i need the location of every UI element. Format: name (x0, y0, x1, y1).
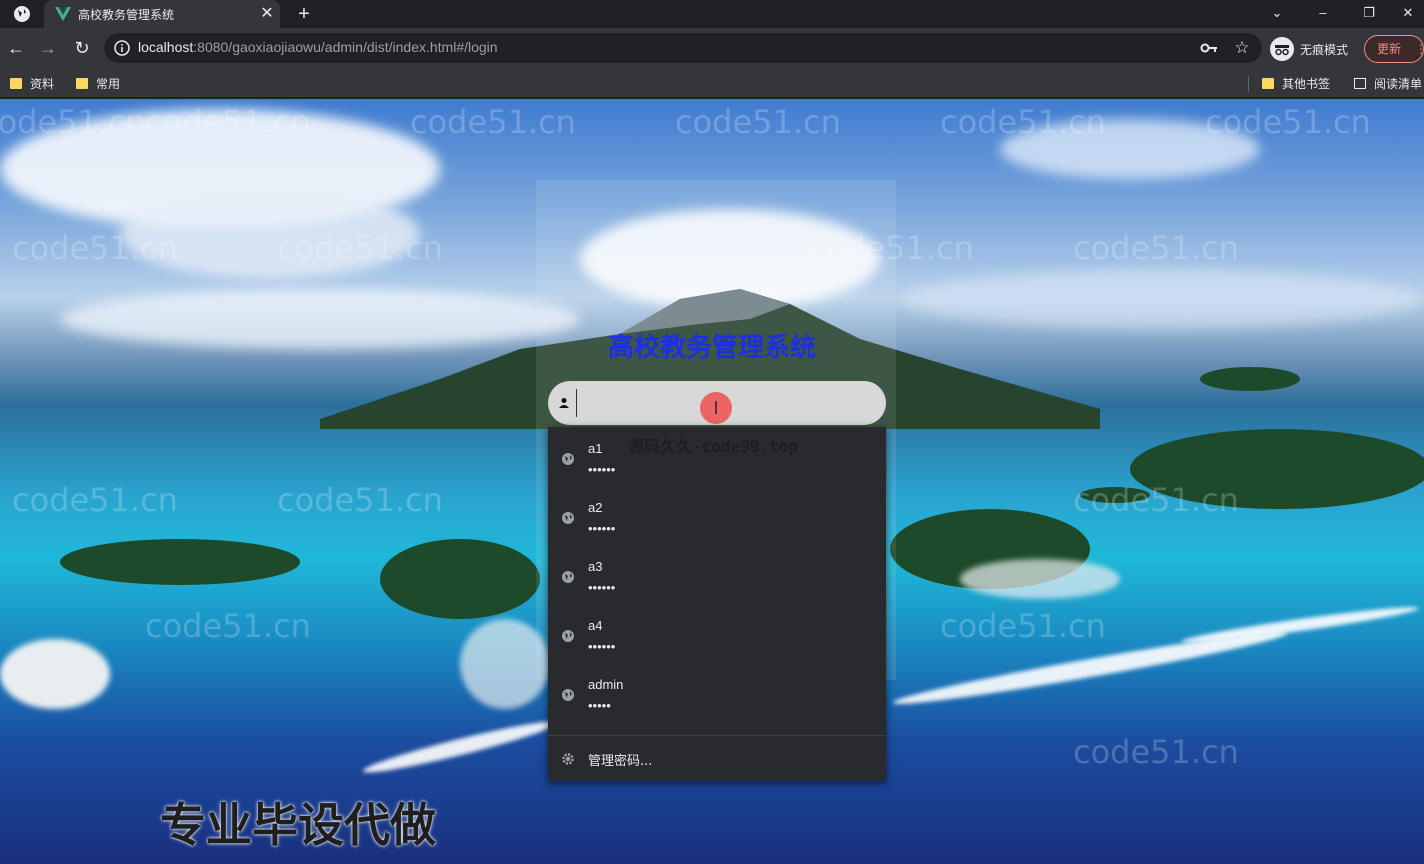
restore-button[interactable]: ❐ (1346, 0, 1392, 28)
autofill-item[interactable]: a3 •••••• (548, 548, 886, 607)
gear-icon (562, 753, 574, 765)
globe-icon (562, 689, 574, 701)
tab-close-icon[interactable]: ✕ (258, 4, 276, 24)
autofill-username: admin (588, 677, 624, 692)
bookmark-label: 常用 (96, 77, 121, 91)
globe-icon (562, 630, 574, 642)
bookmark-label: 资料 (30, 77, 55, 91)
promo-text: 专业毕设代做 (160, 798, 436, 852)
autofill-password-mask: •••••• (588, 462, 616, 477)
bookmark-folder-资料[interactable]: 资料 (10, 74, 54, 94)
bookmarks-bar: 资料 常用 其他书签 阅读清单 (0, 70, 1424, 98)
autofill-password-mask: •••••• (588, 639, 616, 654)
tab-search-icon[interactable]: ⌄ (1254, 0, 1300, 28)
autofill-password-mask: •••••• (588, 521, 616, 536)
url-path: :8080/gaoxiaojiaowu/admin/dist/index.htm… (193, 39, 498, 55)
tab-strip: 高校教务管理系统 ✕ + ⌄ – ❐ ✕ (0, 0, 1424, 28)
folder-icon (10, 78, 22, 89)
reading-list-label: 阅读清单 (1374, 77, 1423, 91)
autofill-username: a2 (588, 500, 603, 515)
autofill-item[interactable]: admin ••••• (548, 666, 886, 725)
bookmark-star-icon[interactable]: ☆ (1232, 37, 1252, 59)
login-layer: 高校教务管理系统 I a1 •••••• a2 •••••• a3 ••••••… (0, 99, 1424, 864)
folder-icon (76, 78, 88, 89)
autofill-password-mask: ••••• (588, 698, 611, 713)
update-label: 更新 (1377, 42, 1402, 56)
site-info-icon[interactable] (114, 40, 130, 56)
user-icon (559, 398, 569, 408)
address-bar[interactable]: localhost:8080/gaoxiaojiaowu/admin/dist/… (104, 33, 1262, 63)
autofill-username: a1 (588, 441, 603, 456)
bookmark-folder-常用[interactable]: 常用 (76, 74, 120, 94)
manage-passwords-label: 管理密码... (588, 754, 653, 769)
folder-icon (1262, 78, 1274, 89)
autofill-item[interactable]: a4 •••••• (548, 607, 886, 666)
password-key-icon[interactable] (1200, 40, 1218, 56)
globe-icon (562, 512, 574, 524)
reload-button[interactable]: ↻ (70, 36, 94, 60)
minimize-button[interactable]: – (1300, 0, 1346, 28)
back-button[interactable]: ← (4, 36, 28, 60)
new-tab-button[interactable]: + (292, 2, 316, 26)
text-cursor-icon: I (713, 398, 719, 418)
globe-icon (562, 571, 574, 583)
manage-passwords-item[interactable]: 管理密码... (548, 739, 886, 779)
bookmarks-separator (1248, 76, 1249, 92)
window-close-button[interactable]: ✕ (1392, 0, 1424, 28)
menu-dots-icon[interactable]: ⋮ (1415, 36, 1424, 62)
password-autofill-dropdown: a1 •••••• a2 •••••• a3 •••••• a4 •••••• … (548, 427, 886, 781)
forward-button[interactable]: → (36, 36, 60, 60)
overlay-watermark-text: 源码久久-code99.top (628, 437, 798, 456)
active-tab[interactable]: 高校教务管理系统 ✕ (44, 0, 280, 28)
other-bookmarks[interactable]: 其他书签 (1262, 74, 1330, 94)
tab-title: 高校教务管理系统 (78, 8, 175, 22)
autofill-password-mask: •••••• (588, 580, 616, 595)
other-bookmarks-label: 其他书签 (1282, 77, 1331, 91)
browser-toolbar: ← → ↻ localhost:8080/gaoxiaojiaowu/admin… (0, 28, 1424, 70)
update-button[interactable]: 更新 ⋮ (1364, 35, 1424, 63)
incognito-label: 无痕模式 (1300, 43, 1349, 57)
reading-list[interactable]: 阅读清单 (1354, 74, 1422, 94)
autofill-username: a3 (588, 559, 603, 574)
reading-list-icon (1354, 78, 1366, 89)
browser-globe-icon[interactable] (12, 4, 32, 24)
globe-icon (562, 453, 574, 465)
incognito-icon (1270, 37, 1294, 61)
vue-logo-icon (55, 7, 71, 21)
autofill-username: a4 (588, 618, 603, 633)
url-host: localhost (138, 39, 194, 55)
url-text[interactable]: localhost:8080/gaoxiaojiaowu/admin/dist/… (138, 39, 498, 55)
page-title: 高校教务管理系统 (607, 333, 816, 363)
autofill-item[interactable]: a2 •••••• (548, 489, 886, 548)
autofill-divider (548, 735, 886, 736)
